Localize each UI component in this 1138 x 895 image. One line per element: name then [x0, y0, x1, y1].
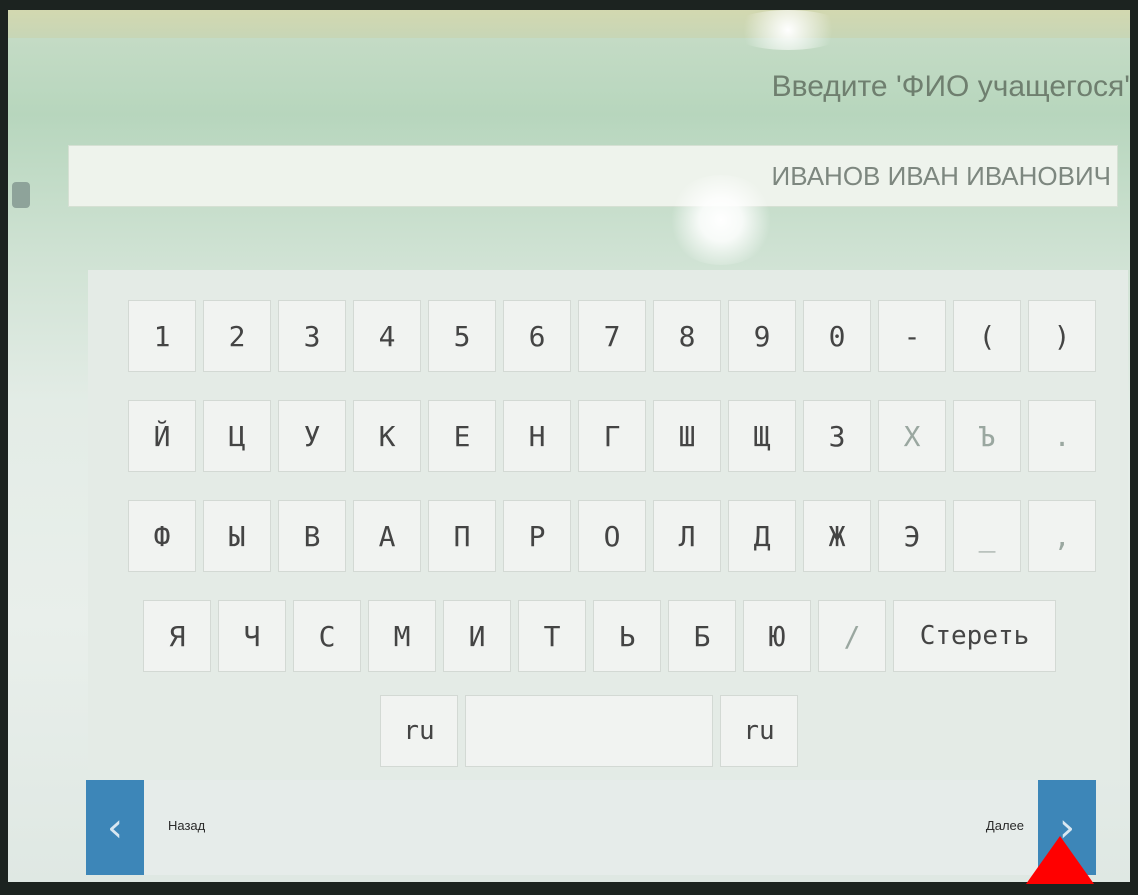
back-label[interactable]: Назад	[168, 818, 205, 833]
key[interactable]: Ъ	[953, 400, 1021, 472]
key[interactable]: Б	[668, 600, 736, 672]
key[interactable]: 7	[578, 300, 646, 372]
keyboard-row-bottom: ru ru	[380, 695, 805, 767]
page-title: Введите 'ФИО учащегося'	[771, 70, 1130, 103]
key[interactable]: 5	[428, 300, 496, 372]
key[interactable]: Ь	[593, 600, 661, 672]
key[interactable]: В	[278, 500, 346, 572]
top-bar	[8, 10, 1130, 38]
key[interactable]: .	[1028, 400, 1096, 472]
key[interactable]: /	[818, 600, 886, 672]
key[interactable]: 2	[203, 300, 271, 372]
key[interactable]: 1	[128, 300, 196, 372]
key[interactable]: 0	[803, 300, 871, 372]
key[interactable]: Н	[503, 400, 571, 472]
key[interactable]: К	[353, 400, 421, 472]
key[interactable]: Э	[878, 500, 946, 572]
key[interactable]: Я	[143, 600, 211, 672]
key[interactable]: Ш	[653, 400, 721, 472]
key[interactable]: О	[578, 500, 646, 572]
key[interactable]: Ц	[203, 400, 271, 472]
key[interactable]: П	[428, 500, 496, 572]
key[interactable]: Л	[653, 500, 721, 572]
keyboard-row-digits: 1 2 3 4 5 6 7 8 9 0 - ( )	[128, 300, 1103, 372]
key[interactable]: Е	[428, 400, 496, 472]
next-label[interactable]: Далее	[986, 818, 1024, 833]
key[interactable]: Ф	[128, 500, 196, 572]
language-switch-button[interactable]: ru	[380, 695, 458, 767]
key[interactable]: А	[353, 500, 421, 572]
key[interactable]: Ы	[203, 500, 271, 572]
key[interactable]: Т	[518, 600, 586, 672]
key[interactable]: Д	[728, 500, 796, 572]
key[interactable]: Г	[578, 400, 646, 472]
key[interactable]: И	[443, 600, 511, 672]
key[interactable]: С	[293, 600, 361, 672]
back-button[interactable]: ‹	[86, 780, 144, 875]
keyboard-row-3: Я Ч С М И Т Ь Б Ю / Стереть	[143, 600, 1063, 672]
key[interactable]: М	[368, 600, 436, 672]
name-input[interactable]: ИВАНОВ ИВАН ИВАНОВИЧ	[68, 145, 1118, 207]
keyboard-row-2: Ф Ы В А П Р О Л Д Ж Э _ ,	[128, 500, 1103, 572]
key[interactable]: )	[1028, 300, 1096, 372]
key[interactable]: 6	[503, 300, 571, 372]
key[interactable]: У	[278, 400, 346, 472]
key[interactable]: _	[953, 500, 1021, 572]
side-indicator	[12, 182, 30, 208]
pointer-marker-icon	[1026, 836, 1094, 884]
key[interactable]: Щ	[728, 400, 796, 472]
key[interactable]: 4	[353, 300, 421, 372]
key[interactable]: Ю	[743, 600, 811, 672]
key[interactable]: Р	[503, 500, 571, 572]
kiosk-screen: Введите 'ФИО учащегося' ИВАНОВ ИВАН ИВАН…	[8, 10, 1130, 882]
key[interactable]: 9	[728, 300, 796, 372]
key[interactable]: (	[953, 300, 1021, 372]
language-switch-button[interactable]: ru	[720, 695, 798, 767]
erase-button[interactable]: Стереть	[893, 600, 1056, 672]
key[interactable]: 3	[278, 300, 346, 372]
on-screen-keyboard: 1 2 3 4 5 6 7 8 9 0 - ( ) Й Ц У К Е Н Г …	[88, 270, 1128, 770]
key[interactable]: Ч	[218, 600, 286, 672]
chevron-left-icon: ‹	[107, 804, 123, 851]
key[interactable]: 8	[653, 300, 721, 372]
key[interactable]: -	[878, 300, 946, 372]
key[interactable]: ,	[1028, 500, 1096, 572]
navigation-bar: ‹ Назад Далее ›	[86, 780, 1096, 875]
key[interactable]: Ж	[803, 500, 871, 572]
key[interactable]: Й	[128, 400, 196, 472]
key[interactable]: З	[803, 400, 871, 472]
key[interactable]: Х	[878, 400, 946, 472]
keyboard-row-1: Й Ц У К Е Н Г Ш Щ З Х Ъ .	[128, 400, 1103, 472]
space-key[interactable]	[465, 695, 713, 767]
